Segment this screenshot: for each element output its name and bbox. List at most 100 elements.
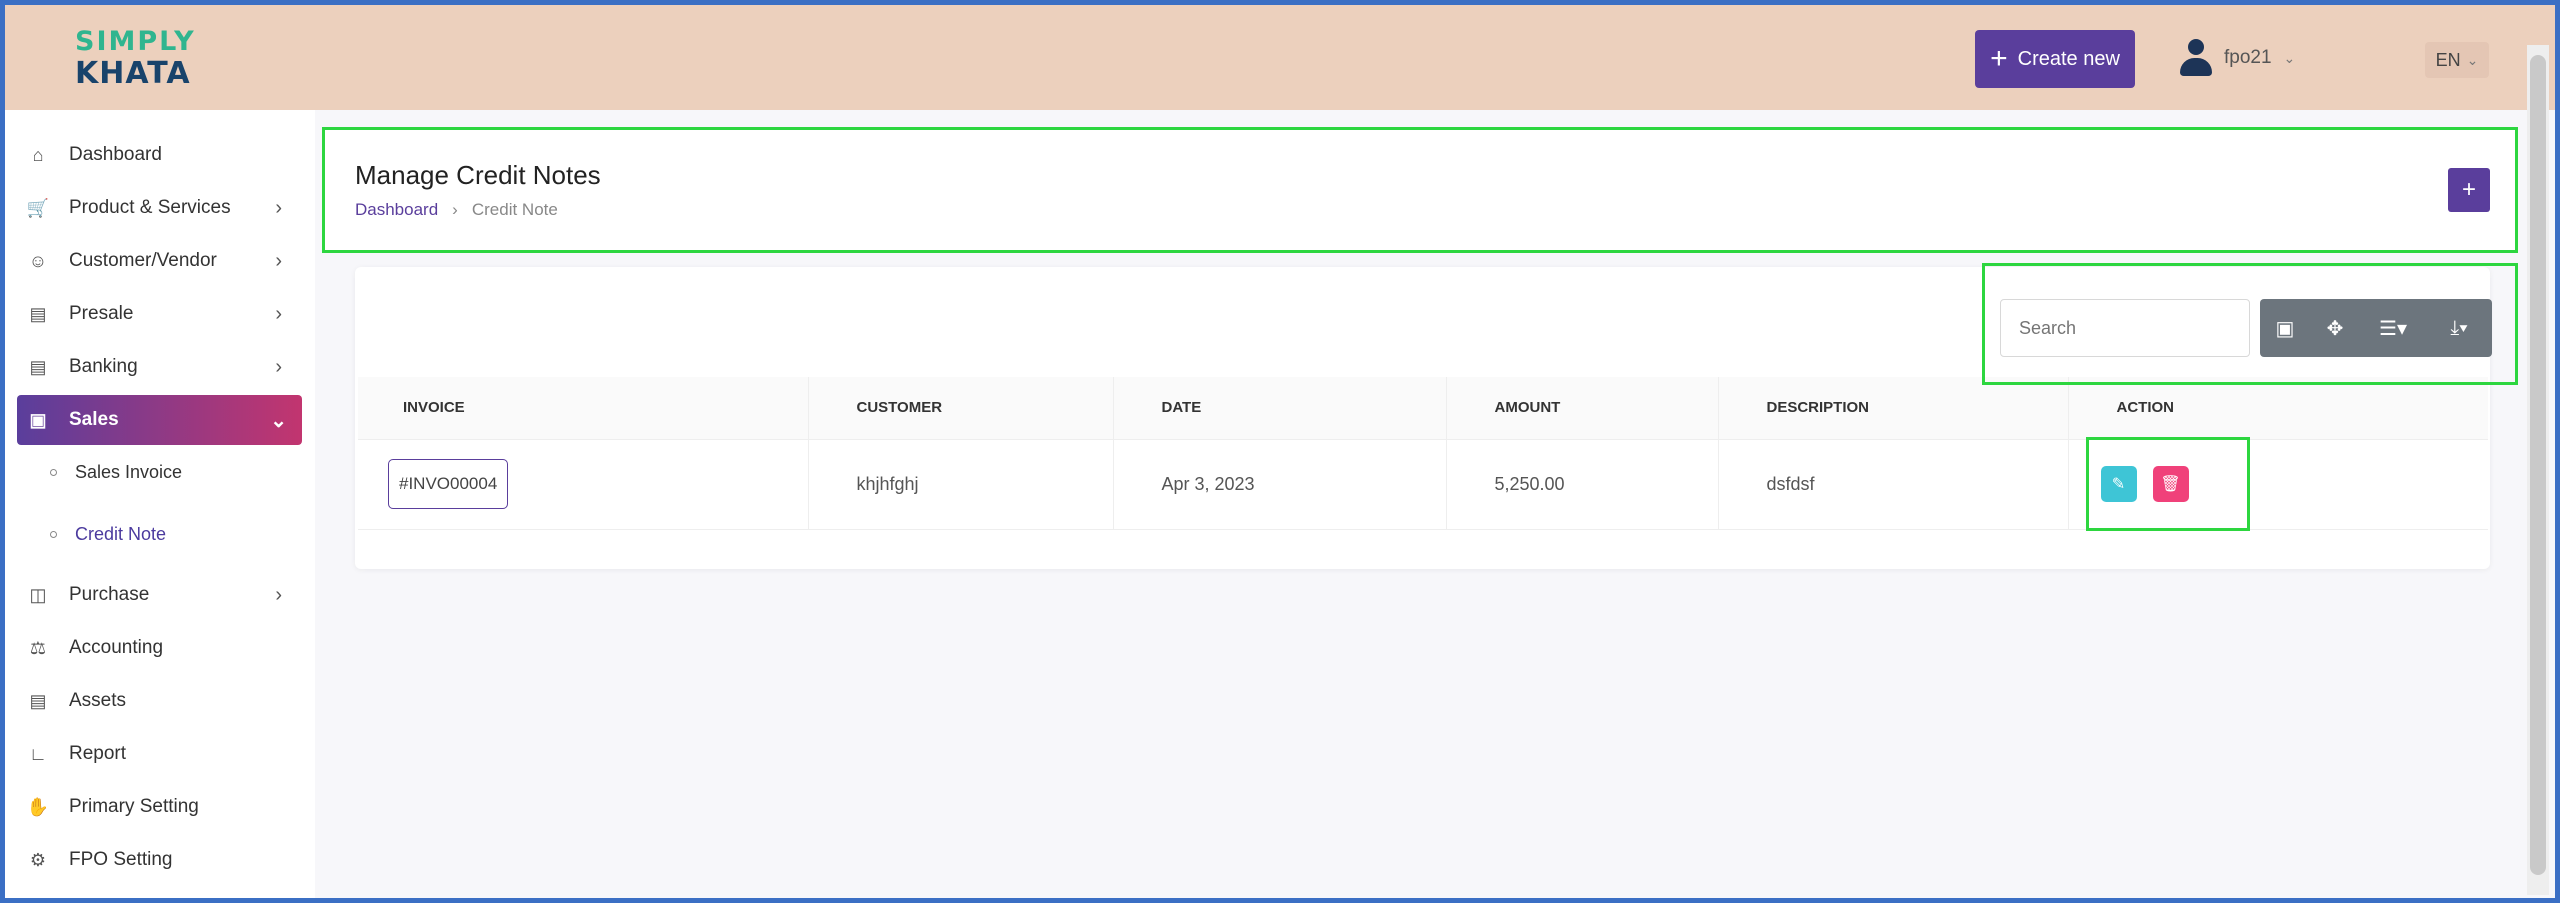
bank-icon: ▤ [29,356,47,377]
sidebar-item-label: Purchase [69,584,150,605]
sidebar-item-assets[interactable]: ▤ Assets [27,680,297,722]
scrollbar-thumb[interactable] [2530,55,2546,875]
logo-line1: SIMPLY [75,26,196,57]
chevron-down-icon: ⌄ [2283,49,2296,66]
description-cell: dsfdsf [1718,438,2069,530]
list-icon: ☰▾ [2379,317,2407,340]
sidebar-subitem-label: Sales Invoice [75,462,183,482]
credit-notes-table: Invoice Customer Date Amount Description… [358,377,2488,530]
calculator-icon: ▤ [29,303,47,324]
column-header-amount[interactable]: Amount [1446,377,1719,439]
add-credit-note-button[interactable]: + [2448,168,2490,212]
chevron-down-icon: ⌄ [270,409,287,432]
sidebar-item-purchase[interactable]: ◫ Purchase › [27,574,297,616]
action-cell: ✎ 🗑 [2068,438,2489,530]
column-header-invoice[interactable]: Invoice [358,377,809,439]
image-icon: ▣ [2275,317,2295,340]
sidebar-item-label: Accounting [69,637,164,658]
download-icon: ⤓▾ [2450,316,2468,339]
column-header-customer[interactable]: Customer [808,377,1114,439]
move-button[interactable]: ✥ [2310,299,2360,357]
top-header: SIMPLY KHATA + Create new fpo21 ⌄ EN ⌄ [5,5,2555,110]
date-cell: Apr 3, 2023 [1113,438,1447,530]
create-new-button[interactable]: + Create new [1975,30,2135,88]
bullet-icon [50,531,57,538]
column-header-action: Action [2068,377,2488,439]
breadcrumb-dashboard[interactable]: Dashboard [355,200,438,220]
sidebar-item-label: Dashboard [69,144,162,165]
sidebar-item-sales[interactable]: ▣ Sales ⌄ [17,395,302,445]
delete-button[interactable]: 🗑 [2152,466,2189,502]
sidebar-item-dashboard[interactable]: ⌂ Dashboard [27,134,297,176]
chevron-down-icon: ⌄ [2466,51,2479,68]
action-buttons: ✎ 🗑 [2100,466,2489,502]
sidebar-item-label: FPO Setting [69,849,173,870]
plus-icon: + [1990,42,2008,75]
vertical-scrollbar[interactable] [2527,45,2549,895]
credit-notes-card: ▣ ✥ ☰▾ ⤓▾ Invoice Customer Date Amount D… [355,267,2492,569]
sidebar-item-label: Presale [69,303,134,324]
page-header: Manage Credit Notes Dashboard › Credit N… [325,130,2515,250]
sidebar-item-fpo-setting[interactable]: ⚙ FPO Setting [27,839,297,881]
chart-icon: ∟ [29,743,47,764]
language-label: EN [2435,49,2461,70]
breadcrumb-current: Credit Note [471,200,558,219]
chevron-right-icon: › [275,302,282,325]
sidebar-item-label: Sales [69,409,119,430]
table-row: #INVO00004 khjhfghj Apr 3, 2023 5,250.00… [358,438,2489,530]
sidebar-item-label: Customer/Vendor [69,250,217,271]
hand-icon: ✋ [26,796,50,817]
gear-icon: ⚙ [29,849,47,870]
chevron-right-icon: › [275,355,282,378]
move-icon: ✥ [2326,317,2344,340]
language-select[interactable]: EN ⌄ [2425,42,2489,78]
customer-cell: khjhfghj [808,438,1114,530]
user-avatar-icon [2180,39,2212,77]
user-add-icon: ☺ [28,250,48,271]
plus-icon: + [2461,176,2476,203]
chevron-right-icon: › [275,583,282,606]
invoice-cell: #INVO00004 [358,438,809,530]
image-export-button[interactable]: ▣ [2260,299,2310,357]
chevron-right-icon: › [275,249,282,272]
column-header-date[interactable]: Date [1113,377,1447,439]
sidebar-item-product-services[interactable]: 🛒 Product & Services › [27,187,297,229]
bullet-icon [50,469,57,476]
amount-cell: 5,250.00 [1446,438,1719,530]
sidebar-item-presale[interactable]: ▤ Presale › [27,293,297,335]
search-input[interactable] [2000,299,2250,357]
sidebar-item-label: Product & Services [69,197,231,218]
app-window: SIMPLY KHATA + Create new fpo21 ⌄ EN ⌄ ⌂… [0,0,2560,903]
sidebar-subitem-sales-invoice[interactable]: Sales Invoice [50,462,182,483]
edit-button[interactable]: ✎ [2100,466,2137,502]
breadcrumb: Dashboard › Credit Note [355,200,558,220]
sidebar: ⌂ Dashboard 🛒 Product & Services › ☺ Cus… [5,110,315,898]
create-new-label: Create new [2017,47,2120,70]
table-toolbar: ▣ ✥ ☰▾ ⤓▾ [2260,299,2492,357]
sidebar-subitem-credit-note[interactable]: Credit Note [50,524,166,545]
chevron-right-icon: › [275,196,282,219]
sidebar-item-banking[interactable]: ▤ Banking › [27,346,297,388]
clipboard-icon: ▤ [29,690,47,711]
logo[interactable]: SIMPLY KHATA [75,27,225,91]
sidebar-item-label: Assets [69,690,127,711]
columns-button[interactable]: ☰▾ [2360,299,2426,357]
download-button[interactable]: ⤓▾ [2426,299,2492,357]
sidebar-item-label: Banking [69,356,138,377]
sidebar-item-label: Report [69,743,127,764]
cart-icon: 🛒 [26,197,50,218]
sidebar-item-report[interactable]: ∟ Report [27,733,297,775]
user-name: fpo21 [2224,47,2272,68]
document-icon: ▣ [29,409,47,430]
sidebar-item-accounting[interactable]: ⚖ Accounting [27,627,297,669]
scale-icon: ⚖ [29,637,47,658]
page-title: Manage Credit Notes [355,160,601,190]
sidebar-item-customer-vendor[interactable]: ☺ Customer/Vendor › [27,240,297,282]
invoice-link[interactable]: #INVO00004 [388,459,509,509]
user-menu[interactable]: fpo21 ⌄ [2180,37,2295,79]
trash-icon: 🗑 [2160,476,2181,493]
column-header-description[interactable]: Description [1718,377,2069,439]
edit-icon: ✎ [2111,476,2126,493]
sidebar-item-primary-setting[interactable]: ✋ Primary Setting [27,786,297,828]
home-icon: ⌂ [32,144,44,165]
